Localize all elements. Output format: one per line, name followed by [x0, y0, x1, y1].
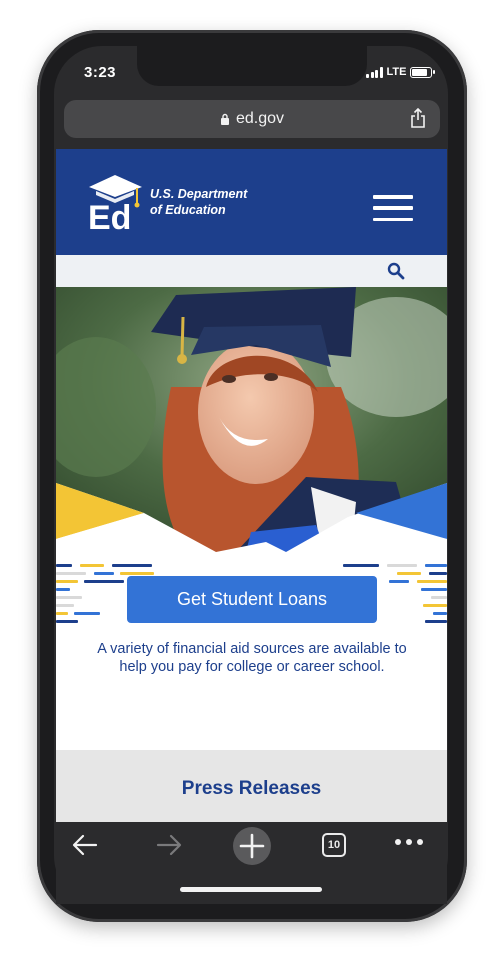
svg-text:Ed: Ed: [88, 199, 131, 231]
decor-dash: [56, 588, 70, 591]
decor-dash: [112, 564, 152, 567]
share-icon[interactable]: [410, 107, 426, 133]
decor-dash: [425, 564, 447, 567]
status-time: 3:23: [84, 64, 117, 81]
home-indicator[interactable]: [180, 887, 322, 892]
ed-logo-mark: Ed: [88, 175, 142, 231]
decor-dash: [417, 580, 447, 583]
decor-dash: [56, 564, 72, 567]
get-student-loans-button[interactable]: Get Student Loans: [127, 576, 377, 623]
decor-dash: [433, 612, 447, 615]
decor-dash: [421, 588, 447, 591]
more-icon[interactable]: [394, 838, 424, 846]
decor-dash: [94, 572, 114, 575]
cta-section: Get Student Loans A variety of financial…: [56, 552, 447, 765]
search-icon[interactable]: [387, 262, 405, 285]
forward-icon[interactable]: [154, 830, 184, 860]
decor-dash: [429, 572, 447, 575]
decor-dash: [56, 580, 78, 583]
decor-dash: [423, 604, 447, 607]
lock-icon: [220, 113, 230, 125]
address-bar[interactable]: ed.gov: [64, 100, 440, 138]
decor-dash: [56, 620, 78, 623]
url-text: ed.gov: [235, 110, 285, 127]
decor-dash: [431, 596, 447, 599]
notch: [137, 46, 367, 86]
menu-icon[interactable]: [373, 195, 413, 221]
ed-logo[interactable]: Ed U.S. Department of Education: [86, 173, 247, 231]
web-content: Ed U.S. Department of Education Get Stud…: [56, 149, 447, 822]
decor-dash: [80, 564, 104, 567]
hero-image: [56, 287, 447, 552]
signal-icon: [366, 66, 383, 78]
decor-dash: [387, 564, 417, 567]
new-tab-icon[interactable]: [232, 826, 272, 866]
logo-line2: of Education: [150, 203, 226, 217]
status-indicators: LTE: [366, 66, 436, 78]
decor-dash: [425, 620, 447, 623]
decor-dash: [56, 596, 82, 599]
decor-dash: [343, 564, 379, 567]
graduate-photo: [56, 287, 447, 552]
network-label: LTE: [386, 66, 407, 78]
cta-description: A variety of financial aid sources are a…: [97, 641, 407, 675]
site-header: Ed U.S. Department of Education: [56, 149, 447, 255]
back-icon[interactable]: [70, 830, 100, 860]
press-releases-heading[interactable]: Press Releases: [56, 778, 447, 800]
tabs-icon[interactable]: 10: [322, 833, 346, 857]
tab-count: 10: [322, 833, 346, 857]
decor-dash: [56, 612, 68, 615]
battery-icon: [410, 66, 436, 78]
decor-dash: [74, 612, 100, 615]
decor-dash: [389, 580, 409, 583]
decor-dash: [56, 572, 86, 575]
press-section: Press Releases: [56, 750, 447, 822]
decor-dash: [397, 572, 421, 575]
search-bar: [56, 255, 447, 287]
decor-dash: [84, 580, 124, 583]
decor-dash: [120, 572, 154, 575]
logo-line1: U.S. Department: [150, 187, 248, 201]
decor-dash: [56, 604, 74, 607]
